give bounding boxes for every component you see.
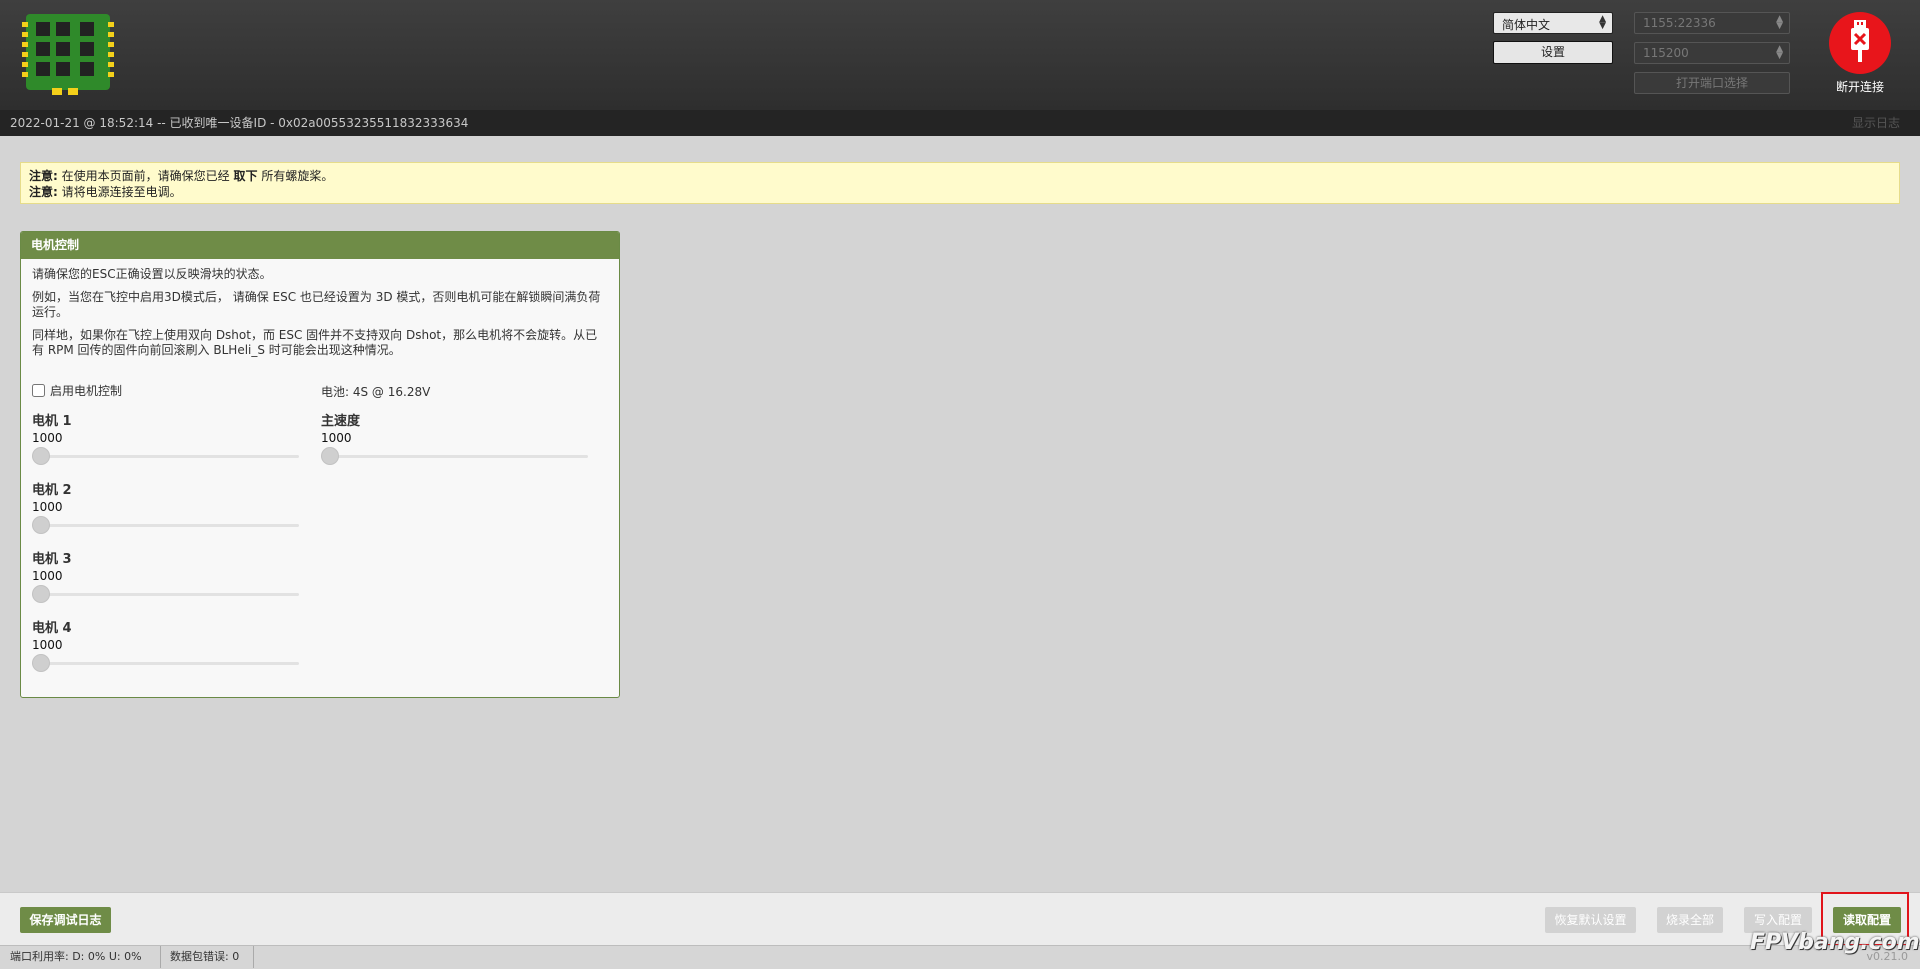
slider-thumb[interactable] <box>32 654 50 672</box>
motor-name: 电机 2 <box>32 483 72 498</box>
motor-value: 1000 <box>32 500 63 514</box>
motor-value: 1000 <box>32 569 63 583</box>
disconnect-label: 断开连接 <box>1835 80 1884 94</box>
motor-3: 电机 3 1000 <box>32 548 302 604</box>
open-port-selection-button[interactable]: 打开端口选择 <box>1634 72 1790 94</box>
note-bold: 取下 <box>233 169 258 183</box>
note-text: 请将电源连接至电调。 <box>61 185 182 199</box>
footer-status: 端口利用率: D: 0% U: 0% 数据包错误: 0 v0.21.0 <box>0 945 1920 969</box>
motor-2: 电机 2 1000 <box>32 479 302 535</box>
panel-body: 请确保您的ESC正确设置以反映滑块的状态。 例如，当您在飞控中启用3D模式后， … <box>21 259 619 374</box>
save-debug-log-button[interactable]: 保存调试日志 <box>20 907 111 933</box>
motor-4: 电机 4 1000 <box>32 617 302 673</box>
show-log-link[interactable]: 显示日志 <box>1852 110 1900 136</box>
warning-note: 注意: 在使用本页面前，请确保您已经 取下 所有螺旋桨。 注意: 请将电源连接至… <box>20 162 1900 204</box>
usb-disconnect-icon <box>1829 12 1891 74</box>
battery-status: 电池: 4S @ 16.28V <box>321 385 431 399</box>
enable-motor-control-checkbox[interactable] <box>32 384 45 397</box>
note-line-1: 注意: 在使用本页面前，请确保您已经 取下 所有螺旋桨。 <box>29 168 1891 184</box>
motor-4-slider[interactable] <box>32 653 302 673</box>
language-select[interactable]: 简体中文 ▲ ▼ <box>1493 12 1613 34</box>
motor-2-slider[interactable] <box>32 515 302 535</box>
language-value: 简体中文 <box>1502 18 1551 32</box>
motor-1-slider[interactable] <box>32 446 302 466</box>
slider-thumb[interactable] <box>32 585 50 603</box>
master-speed: 主速度 1000 <box>321 410 591 466</box>
top-header: 简体中文 ▲ ▼ 设置 1155:22336 ▲ ▼ 115200 ▲ ▼ 打开端口选… <box>0 0 1920 110</box>
motor-name: 电机 3 <box>32 552 72 567</box>
motor-value: 1000 <box>32 431 63 445</box>
baud-select[interactable]: 115200 ▲ ▼ <box>1634 42 1790 64</box>
note-text: 所有螺旋桨。 <box>261 169 334 183</box>
motor-name: 主速度 <box>321 414 361 429</box>
note-text: 在使用本页面前，请确保您已经 <box>61 169 230 183</box>
disconnect-button[interactable]: 断开连接 <box>1828 12 1892 94</box>
settings-button[interactable]: 设置 <box>1493 41 1613 64</box>
flash-all-button[interactable]: 烧录全部 <box>1657 907 1723 933</box>
motor-1: 电机 1 1000 <box>32 410 302 466</box>
port-usage: 端口利用率: D: 0% U: 0% <box>10 950 142 963</box>
slider-thumb[interactable] <box>321 447 339 465</box>
updown-icon: ▲ ▼ <box>1599 14 1606 31</box>
enable-motor-control[interactable]: 启用电机控制 <box>32 382 122 399</box>
updown-icon: ▲ ▼ <box>1776 44 1783 61</box>
restore-default-button[interactable]: 恢复默认设置 <box>1545 907 1636 933</box>
motors-tab-content: 注意: 在使用本页面前，请确保您已经 取下 所有螺旋桨。 注意: 请将电源连接至… <box>0 136 1920 892</box>
master-speed-slider[interactable] <box>321 446 591 466</box>
slider-track <box>32 593 299 596</box>
footer-divider <box>253 946 254 968</box>
footer-divider <box>160 946 161 968</box>
port-value: 1155:22336 <box>1643 16 1716 30</box>
motor-name: 电机 1 <box>32 414 72 429</box>
note-line-2: 注意: 请将电源连接至电调。 <box>29 184 1891 200</box>
slider-thumb[interactable] <box>32 516 50 534</box>
slider-track <box>32 662 299 665</box>
slider-track <box>321 455 588 458</box>
panel-title: 电机控制 <box>21 232 619 259</box>
info-paragraph: 请确保您的ESC正确设置以反映滑块的状态。 <box>32 267 272 281</box>
note-label: 注意: <box>29 169 58 183</box>
port-select[interactable]: 1155:22336 ▲ ▼ <box>1634 12 1790 34</box>
updown-icon: ▲ ▼ <box>1776 14 1783 31</box>
info-paragraph: 同样地，如果你在飞控上使用双向 Dshot，而 ESC 固件并不支持双向 Dsh… <box>32 328 598 357</box>
note-label: 注意: <box>29 185 58 199</box>
watermark-logo: FPVbang.com <box>1750 930 1920 955</box>
slider-track <box>32 524 299 527</box>
slider-thumb[interactable] <box>32 447 50 465</box>
status-message: 2022-01-21 @ 18:52:14 -- 已收到唯一设备ID - 0x0… <box>10 116 469 130</box>
packet-errors: 数据包错误: 0 <box>170 950 240 963</box>
slider-track <box>32 455 299 458</box>
baud-value: 115200 <box>1643 46 1689 60</box>
motor-name: 电机 4 <box>32 621 72 636</box>
bottom-toolbar: 保存调试日志 恢复默认设置 烧录全部 写入配置 读取配置 <box>0 892 1920 945</box>
motor-control-panel: 电机控制 请确保您的ESC正确设置以反映滑块的状态。 例如，当您在飞控中启用3D… <box>20 231 620 698</box>
info-paragraph: 例如，当您在飞控中启用3D模式后， 请确保 ESC 也已经设置为 3D 模式，否… <box>32 290 601 319</box>
motor-value: 1000 <box>32 638 63 652</box>
motor-3-slider[interactable] <box>32 584 302 604</box>
status-bar: 2022-01-21 @ 18:52:14 -- 已收到唯一设备ID - 0x0… <box>0 110 1920 136</box>
esc-board-logo <box>22 12 114 96</box>
enable-motor-control-label: 启用电机控制 <box>50 384 123 398</box>
motor-value: 1000 <box>321 431 352 445</box>
